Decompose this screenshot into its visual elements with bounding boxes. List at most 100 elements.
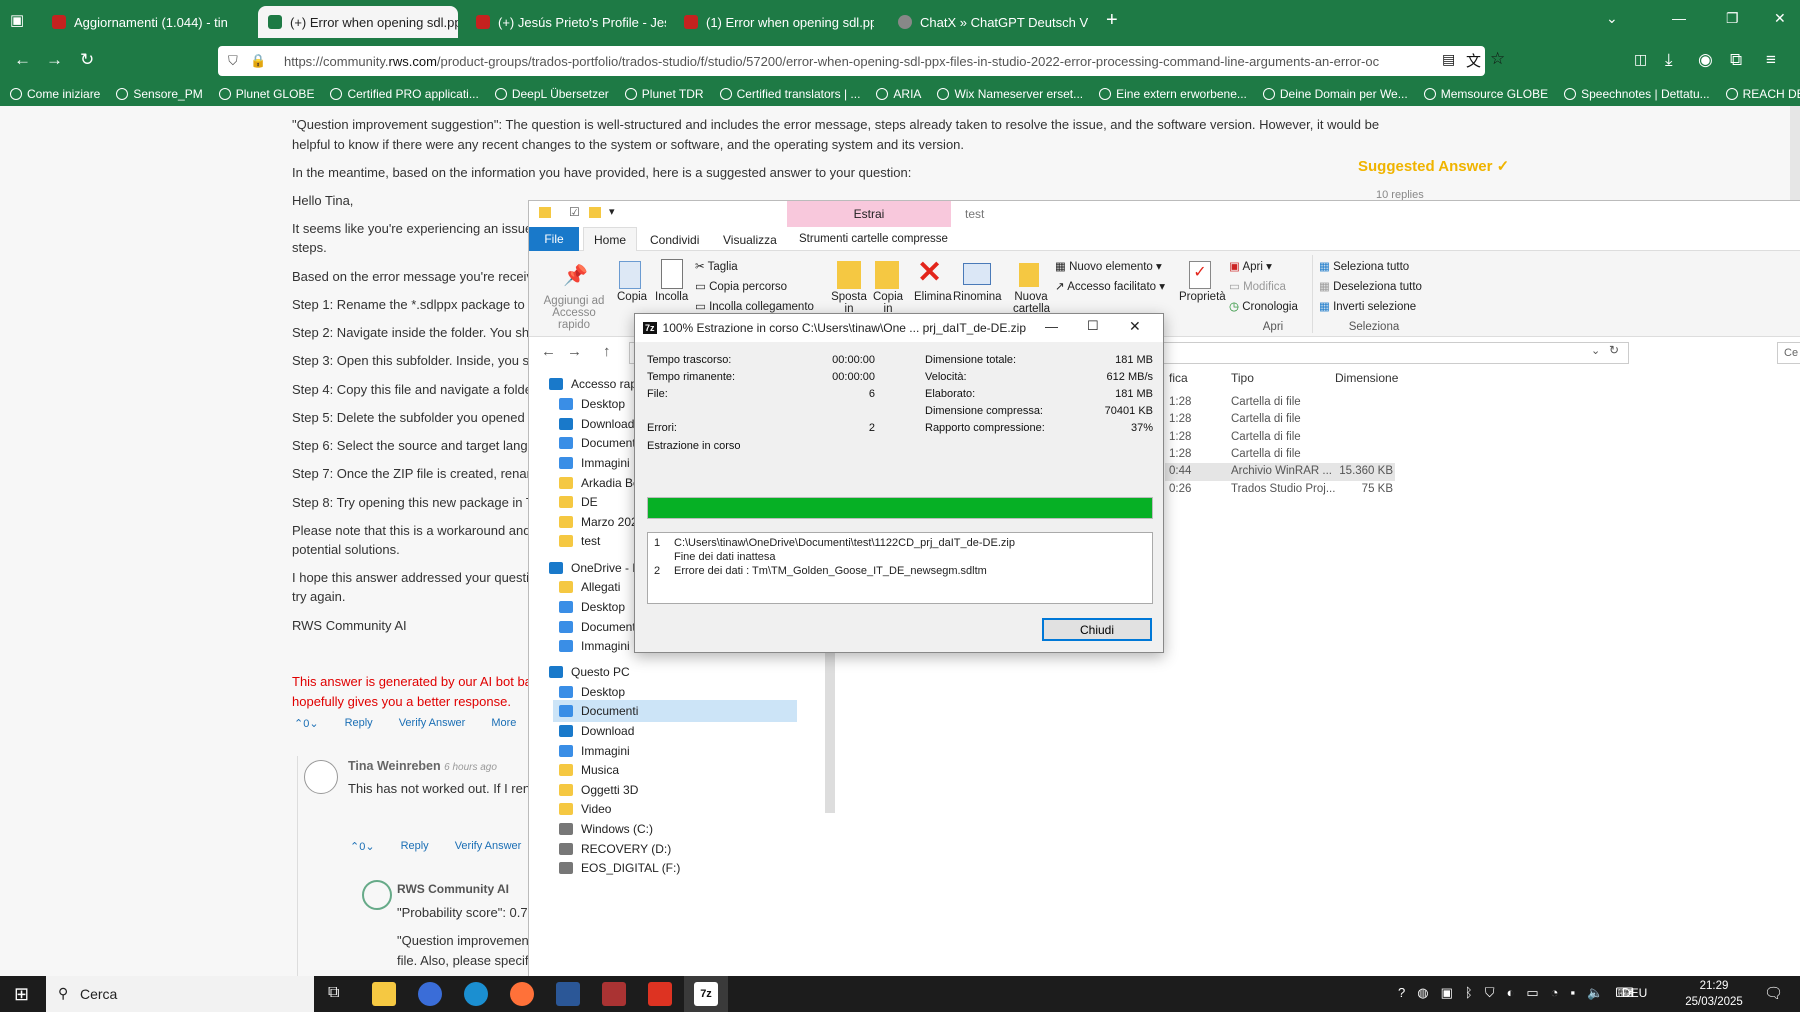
copy-path-button[interactable]: ▭ Copia percorso — [695, 279, 787, 293]
tab-file[interactable]: File — [529, 227, 579, 251]
reply-link[interactable]: Reply — [401, 840, 429, 853]
notifications-icon[interactable]: 🗨 — [1764, 984, 1783, 1002]
nvidia-icon[interactable]: ▪ — [1570, 985, 1575, 1001]
nav-item[interactable]: Video — [559, 798, 611, 820]
file-modified-time[interactable]: 0:44 — [1169, 465, 1191, 477]
browser-tab-2[interactable]: (+) Error when opening sdl.ppx✕ — [258, 6, 458, 38]
avatar[interactable] — [304, 760, 338, 794]
bookmark-item[interactable]: Come iniziare — [10, 87, 100, 101]
edit-button[interactable]: ▭ Modifica — [1229, 279, 1286, 293]
error-log[interactable]: 1 C:\Users\tinaw\OneDrive\Documenti\test\… — [647, 532, 1153, 604]
rws-ai-avatar[interactable] — [362, 880, 392, 910]
browser-tab-3[interactable]: (+) Jesús Prieto's Profile - Jesús✕ — [466, 6, 666, 38]
translate-icon[interactable]: 文 — [1466, 50, 1481, 71]
pin-quick-access-button[interactable]: Aggiungi ad Accesso rapido — [539, 295, 609, 331]
restore-icon[interactable]: ❐ — [1726, 10, 1739, 27]
nav-item[interactable]: Download — [559, 720, 634, 742]
bookmark-star-icon[interactable]: ☆ — [1490, 49, 1505, 69]
defender-icon[interactable]: ⛉ — [1485, 985, 1495, 1001]
copy-to-button[interactable]: Copia in — [870, 291, 906, 315]
address-bar[interactable]: ⛉ 🔒 https://community. rws.com/product-gr… — [218, 46, 1485, 76]
bookmark-item[interactable]: DeepL Übersetzer — [494, 87, 609, 101]
bookmark-item[interactable]: REACH DE — [1725, 87, 1800, 101]
file-modified-time[interactable]: 0:26 — [1169, 483, 1191, 495]
file-explorer-icon[interactable] — [372, 982, 396, 1006]
volume-icon[interactable]: 🔈 — [1587, 985, 1603, 1001]
browser-tab-4[interactable]: (1) Error when opening sdl.ppx✕ — [674, 6, 874, 38]
forward-icon[interactable]: → — [46, 50, 63, 70]
close-button[interactable]: Chiudi — [1042, 618, 1152, 641]
paste-shortcut-button[interactable]: ▭ Incolla collegamento — [695, 299, 814, 313]
nav-item[interactable]: EOS_DIGITAL (F:) — [559, 857, 680, 879]
maximize-icon[interactable]: ☐ — [1087, 318, 1099, 334]
move-to-button[interactable]: Sposta in — [831, 291, 867, 315]
rename-button[interactable]: Rinomina — [953, 291, 1002, 303]
address-dropdown-icon[interactable]: ⌄ — [1591, 344, 1600, 357]
back-icon[interactable]: ← — [14, 50, 31, 70]
explorer-search-input[interactable]: Ce — [1777, 342, 1800, 364]
file-type[interactable]: Archivio WinRAR ... — [1231, 465, 1332, 477]
tray-app-icon[interactable]: ▣ — [1441, 985, 1453, 1001]
battery-icon[interactable]: ▭ — [1526, 985, 1538, 1001]
browser-tab-5[interactable]: ChatX » ChatGPT Deutsch Vollb✕ — [888, 6, 1088, 38]
browser-tab-1[interactable]: Aggiornamenti (1.044) - tina.we — [42, 6, 228, 38]
firefox-icon[interactable] — [510, 982, 534, 1006]
bookmark-item[interactable]: Wix Nameserver erset... — [937, 87, 1083, 101]
nav-item[interactable]: Accesso rapi — [549, 373, 640, 395]
edge-icon[interactable] — [464, 982, 488, 1006]
file-modified-time[interactable]: 1:28 — [1169, 396, 1191, 408]
task-view-icon[interactable]: ⧉ — [328, 984, 339, 1002]
new-folder-button[interactable]: Nuova cartella — [1013, 291, 1050, 315]
file-type[interactable]: Cartella di file — [1231, 431, 1301, 443]
7zip-taskbar-button[interactable]: 7z — [684, 976, 728, 1012]
select-all-button[interactable]: ▦ Seleziona tutto — [1319, 259, 1409, 273]
qa-dropdown-icon[interactable]: ▾ — [609, 205, 615, 218]
refresh-icon[interactable]: ↻ — [1609, 343, 1619, 357]
select-none-button[interactable]: ▦ Deseleziona tutto — [1319, 279, 1422, 293]
extensions-icon[interactable]: ⧉ — [1730, 50, 1742, 70]
file-type[interactable]: Cartella di file — [1231, 413, 1301, 425]
properties-qa-icon[interactable]: ☑ — [569, 205, 580, 219]
vote-control[interactable]: ⌃0⌄ — [294, 717, 319, 730]
bluetooth-icon[interactable]: ᛒ — [1465, 985, 1473, 1001]
pocket-icon[interactable]: ◫ — [1634, 51, 1647, 68]
column-size[interactable]: Dimensione — [1335, 371, 1398, 385]
nav-item[interactable]: Allegati — [559, 576, 620, 598]
winrar-icon[interactable] — [602, 982, 626, 1006]
nav-item[interactable]: Questo PC — [549, 661, 630, 683]
file-modified-time[interactable]: 1:28 — [1169, 413, 1191, 425]
bookmark-item[interactable]: Eine extern erworbene... — [1099, 87, 1247, 101]
dialog-close-icon[interactable]: ✕ — [1129, 318, 1141, 335]
reload-icon[interactable]: ↻ — [80, 50, 94, 70]
new-tab-icon[interactable]: + — [1106, 9, 1118, 32]
easy-access-button[interactable]: ↗ Accesso facilitato ▾ — [1055, 279, 1165, 293]
clock[interactable]: 21:29 25/03/2025 — [1676, 978, 1752, 1010]
nav-item[interactable]: Windows (C:) — [559, 818, 653, 840]
file-type[interactable]: Trados Studio Proj... — [1231, 483, 1335, 495]
file-type[interactable]: Cartella di file — [1231, 396, 1301, 408]
window-close-icon[interactable]: ✕ — [1774, 10, 1786, 27]
file-modified-time[interactable]: 1:28 — [1169, 431, 1191, 443]
word-icon[interactable] — [556, 982, 580, 1006]
bookmark-item[interactable]: Sensore_PM — [116, 87, 203, 101]
minimize-icon[interactable]: — — [1672, 10, 1686, 26]
new-item-button[interactable]: ▦ Nuovo elemento ▾ — [1055, 259, 1162, 273]
nav-item[interactable]: test — [559, 530, 600, 552]
nav-item[interactable]: DE — [559, 491, 598, 513]
history-button[interactable]: ◷ Cronologia — [1229, 299, 1298, 313]
cut-button[interactable]: ✂ Taglia — [695, 259, 738, 273]
properties-button[interactable]: Proprietà — [1179, 291, 1226, 303]
nav-item[interactable]: Immagini — [559, 452, 630, 474]
more-link[interactable]: More — [491, 717, 516, 730]
bookmark-item[interactable]: Certified PRO applicati... — [330, 87, 479, 101]
download-icon[interactable]: ⤓ — [1665, 50, 1673, 70]
file-modified-time[interactable]: 1:28 — [1169, 448, 1191, 460]
language-indicator[interactable]: DEU — [1622, 986, 1647, 1000]
help-icon[interactable]: ? — [1398, 985, 1405, 1001]
tab-overview-icon[interactable]: ▣ — [10, 11, 24, 29]
bookmark-item[interactable]: ARIA — [876, 87, 921, 101]
tab-compressed-tools[interactable]: Strumenti cartelle compresse — [799, 233, 948, 245]
tray-app-icon[interactable]: ◐ — [1506, 985, 1514, 1001]
vote-control[interactable]: ⌃0⌄ — [350, 840, 375, 853]
bookmark-item[interactable]: Plunet GLOBE — [218, 87, 314, 101]
